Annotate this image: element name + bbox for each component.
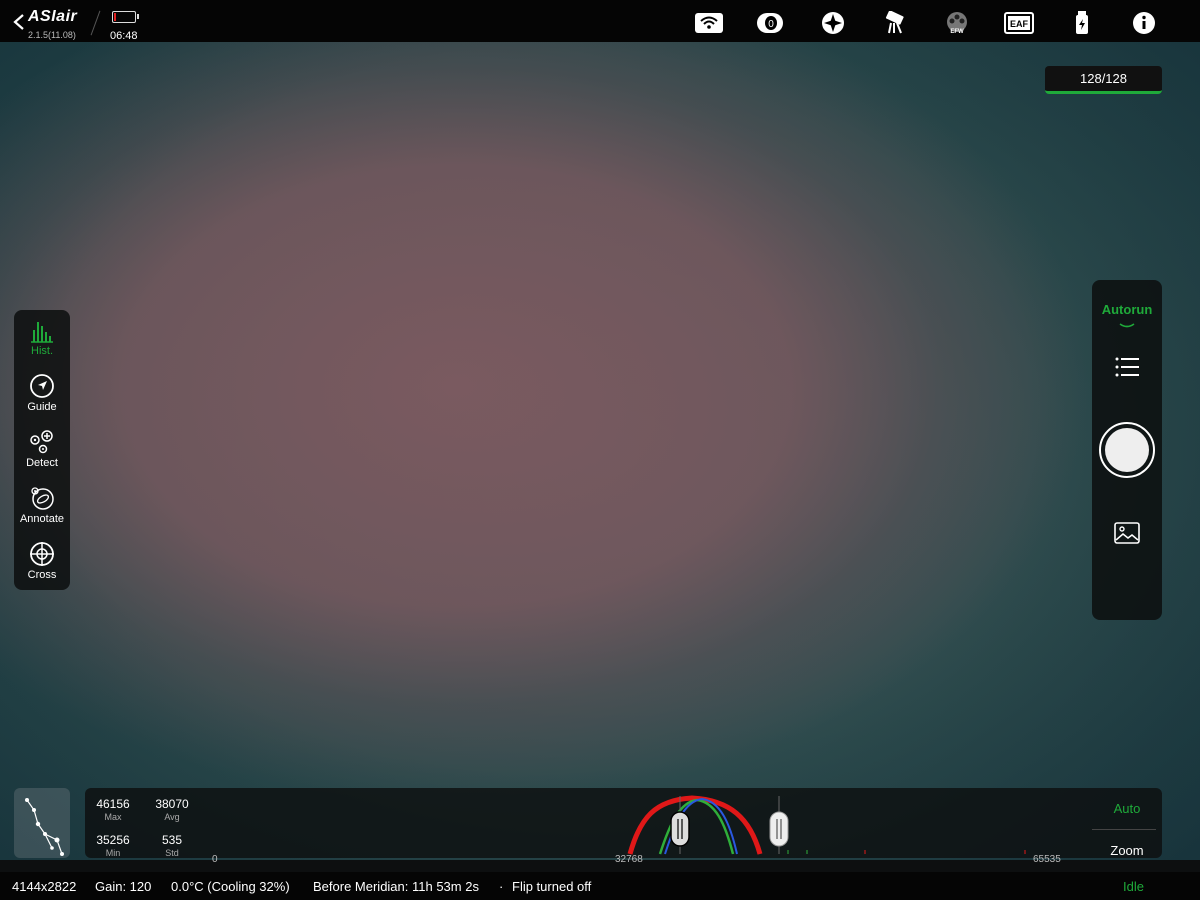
divider	[90, 10, 101, 36]
auto-stretch-button[interactable]: Auto	[1092, 801, 1162, 816]
tool-detect-label: Detect	[26, 457, 58, 469]
status-separator: ·	[499, 879, 504, 894]
camera-count: 0	[768, 19, 774, 30]
tool-detect[interactable]: Detect	[14, 422, 70, 478]
constellation-icon	[25, 798, 64, 856]
tool-guide-label: Guide	[27, 401, 57, 413]
tool-guide[interactable]: Guide	[14, 366, 70, 422]
top-bar: ASIair 2.1.5(11.08) 06:48 0 EFW EAF	[0, 0, 1200, 42]
histogram-icon	[31, 322, 53, 343]
sky-atlas-button[interactable]	[14, 788, 70, 858]
axis-tick-max: 65535	[1033, 854, 1061, 865]
list-icon[interactable]	[1114, 356, 1140, 378]
app-version: 2.1.5(11.08)	[28, 30, 76, 40]
status-meridian: Before Meridian: 11h 53m 2s	[313, 879, 479, 894]
histogram-red-channel	[627, 795, 763, 855]
status-state: Idle	[1123, 879, 1144, 894]
battery-icon	[112, 11, 139, 23]
wifi-icon[interactable]	[694, 11, 724, 35]
left-toolbar: Hist. Guide Detect Annotate Cross	[14, 310, 70, 590]
gallery-icon[interactable]	[1114, 522, 1140, 544]
axis-tick-mid: 32768	[615, 854, 643, 865]
status-flip: Flip turned off	[512, 879, 592, 894]
eaf-label: EAF	[1010, 19, 1029, 29]
mount-icon[interactable]	[818, 11, 848, 35]
black-point-slider[interactable]	[670, 811, 690, 847]
usb-power-icon[interactable]	[1067, 11, 1097, 35]
clock: 06:48	[110, 30, 138, 42]
crosshair-icon	[30, 542, 54, 566]
telescope-icon[interactable]	[881, 10, 911, 35]
detect-icon	[30, 430, 53, 454]
white-point-slider[interactable]	[769, 811, 789, 847]
annotate-icon	[31, 487, 54, 510]
efw-label: EFW	[950, 29, 964, 35]
filter-wheel-icon[interactable]: EFW	[942, 11, 972, 35]
divider	[1092, 829, 1156, 830]
status-temperature: 0.0°C (Cooling 32%)	[171, 879, 290, 894]
guide-icon	[30, 374, 54, 398]
tool-hist[interactable]: Hist.	[14, 310, 70, 366]
info-icon[interactable]	[1129, 11, 1159, 35]
frame-counter: 128/128	[1045, 66, 1162, 94]
tool-cross-label: Cross	[27, 569, 57, 581]
tool-hist-label: Hist.	[31, 345, 53, 357]
histogram-plot[interactable]	[85, 788, 1162, 858]
focuser-icon[interactable]: EAF	[1004, 11, 1034, 35]
shutter-button[interactable]	[1099, 422, 1155, 478]
app-logo: ASIair	[28, 8, 78, 25]
status-resolution: 4144x2822	[12, 879, 77, 894]
tool-cross[interactable]: Cross	[14, 534, 70, 590]
autorun-mode-selector[interactable]: Autorun	[1092, 302, 1162, 317]
tool-annotate-label: Annotate	[19, 513, 65, 525]
status-gain: Gain: 120	[95, 879, 152, 894]
histogram-panel: 46156 Max 38070 Avg 35256 Min 535 Std 0 …	[85, 788, 1162, 865]
tool-annotate[interactable]: Annotate	[14, 478, 70, 534]
axis-tick-min: 0	[212, 854, 218, 865]
right-panel: Autorun	[1092, 280, 1162, 620]
image-preview[interactable]	[0, 42, 1200, 860]
status-bar: 4144x2822 Gain: 120 0.0°C (Cooling 32%) …	[0, 872, 1200, 900]
camera-icon[interactable]: 0	[755, 11, 785, 35]
chevron-down-icon[interactable]	[1119, 322, 1135, 330]
zoom-button[interactable]: Zoom	[1092, 843, 1162, 858]
back-arrow-icon[interactable]	[10, 12, 28, 32]
